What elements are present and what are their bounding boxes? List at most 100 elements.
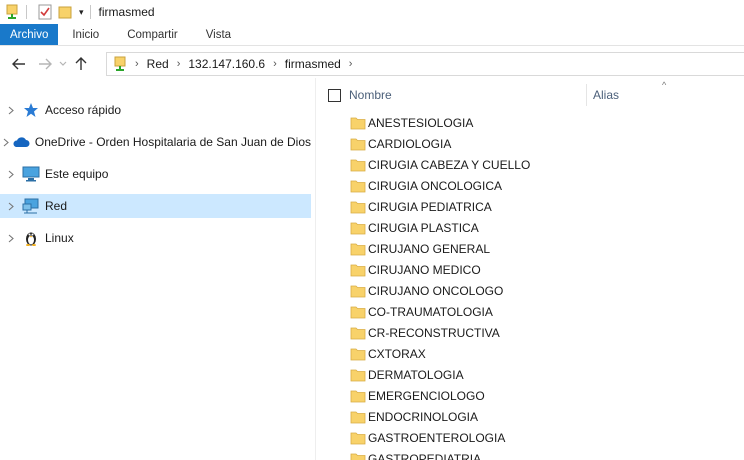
ribbon-tabs: Archivo Inicio Compartir Vista <box>0 24 744 46</box>
folder-icon <box>350 347 366 361</box>
list-item[interactable]: DERMATOLOGIA <box>318 365 744 386</box>
list-item[interactable]: ENDOCRINOLOGIA <box>318 407 744 428</box>
toolbar-separator <box>26 5 27 19</box>
nav-item-label: OneDrive - Orden Hospitalaria de San Jua… <box>34 135 311 149</box>
expand-chevron-icon[interactable] <box>0 138 12 147</box>
nav-item-este-equipo[interactable]: Este equipo <box>0 162 311 186</box>
folder-icon <box>350 452 366 460</box>
folder-icon <box>350 410 366 424</box>
list-item[interactable]: CIRUJANO ONCOLOGO <box>318 281 744 302</box>
nav-item-acceso-rapido[interactable]: Acceso rápido <box>0 98 311 122</box>
folder-name: CARDIOLOGIA <box>368 137 452 151</box>
list-item[interactable]: CIRUJANO MEDICO <box>318 260 744 281</box>
expand-chevron-icon[interactable] <box>0 234 22 243</box>
column-header: ^ Nombre Alias <box>318 80 744 110</box>
breadcrumb-red[interactable]: Red <box>147 57 169 71</box>
column-header-nombre[interactable]: Nombre <box>349 88 392 102</box>
folder-icon <box>350 116 366 130</box>
list-item[interactable]: CIRUGIA PLASTICA <box>318 218 744 239</box>
tab-compartir[interactable]: Compartir <box>113 24 191 45</box>
breadcrumb-ip[interactable]: 132.147.160.6 <box>188 57 265 71</box>
breadcrumb-firmasmed[interactable]: firmasmed <box>285 57 341 71</box>
breadcrumb-chevron-icon[interactable]: › <box>177 58 181 70</box>
properties-checkmark-icon[interactable] <box>37 4 53 20</box>
network-drive-icon[interactable] <box>4 4 20 20</box>
nav-item-label: Red <box>45 199 68 213</box>
list-item[interactable]: CO-TRAUMATOLOGIA <box>318 302 744 323</box>
folder-name: CO-TRAUMATOLOGIA <box>368 305 493 319</box>
forward-arrow-icon[interactable] <box>34 53 56 75</box>
nav-item-onedrive[interactable]: OneDrive - Orden Hospitalaria de San Jua… <box>0 130 311 154</box>
folder-name: CIRUGIA CABEZA Y CUELLO <box>368 158 531 172</box>
folder-name: CIRUGIA ONCOLOGICA <box>368 179 503 193</box>
list-item[interactable]: GASTROPEDIATRIA <box>318 449 744 460</box>
expand-chevron-icon[interactable] <box>0 106 22 115</box>
folder-name: ENDOCRINOLOGIA <box>368 410 479 424</box>
folder-icon <box>350 389 366 403</box>
list-item[interactable]: CXTORAX <box>318 344 744 365</box>
folder-name: GASTROENTEROLOGIA <box>368 431 506 445</box>
cloud-icon <box>12 133 30 151</box>
list-item[interactable]: CIRUGIA ONCOLOGICA <box>318 176 744 197</box>
title-bar: ▾ firmasmed <box>0 0 744 24</box>
folder-name: CIRUJANO ONCOLOGO <box>368 284 504 298</box>
folder-icon <box>350 263 366 277</box>
sort-ascending-icon: ^ <box>662 80 667 90</box>
window-title: firmasmed <box>98 5 155 19</box>
nav-item-label: Linux <box>45 231 74 245</box>
folder-name: DERMATOLOGIA <box>368 368 464 382</box>
folder-icon <box>350 368 366 382</box>
folder-icon <box>350 242 366 256</box>
folder-icon <box>350 137 366 151</box>
list-item[interactable]: CIRUGIA CABEZA Y CUELLO <box>318 155 744 176</box>
list-item[interactable]: CARDIOLOGIA <box>318 134 744 155</box>
tab-archivo[interactable]: Archivo <box>0 24 59 45</box>
folder-icon <box>350 305 366 319</box>
tab-vista[interactable]: Vista <box>192 24 245 45</box>
breadcrumb-chevron-icon[interactable]: › <box>135 58 139 70</box>
folder-icon <box>350 326 366 340</box>
select-all-checkbox[interactable] <box>328 89 341 102</box>
folder-icon <box>350 284 366 298</box>
navigation-bar: › Red › 132.147.160.6 › firmasmed › <box>0 50 744 78</box>
network-location-icon <box>113 56 127 72</box>
star-icon <box>22 101 40 119</box>
recent-locations-chevron-icon[interactable] <box>56 53 70 75</box>
folder-name: CIRUGIA PLASTICA <box>368 221 479 235</box>
list-item[interactable]: EMERGENCIOLOGO <box>318 386 744 407</box>
customize-dropdown-icon[interactable]: ▾ <box>79 7 84 18</box>
list-item[interactable]: GASTROENTEROLOGIA <box>318 428 744 449</box>
title-separator <box>89 5 91 19</box>
expand-chevron-icon[interactable] <box>0 202 22 211</box>
list-item[interactable]: CIRUJANO GENERAL <box>318 239 744 260</box>
address-bar[interactable]: › Red › 132.147.160.6 › firmasmed › <box>106 52 744 76</box>
breadcrumb-chevron-icon[interactable]: › <box>273 58 277 70</box>
nav-item-linux[interactable]: Linux <box>0 226 311 250</box>
nav-item-label: Este equipo <box>45 167 109 181</box>
folder-name: ANESTESIOLOGIA <box>368 116 474 130</box>
breadcrumb-chevron-icon[interactable]: › <box>349 58 353 70</box>
new-folder-icon[interactable] <box>57 4 73 20</box>
nav-item-red[interactable]: Red <box>0 194 311 218</box>
navigation-pane: Acceso rápido OneDrive - Orden Hospitala… <box>0 96 313 460</box>
folder-icon <box>350 179 366 193</box>
tab-inicio[interactable]: Inicio <box>58 24 113 45</box>
linux-penguin-icon <box>22 229 40 247</box>
folder-name: GASTROPEDIATRIA <box>368 452 482 460</box>
column-header-alias[interactable]: Alias <box>593 88 619 102</box>
list-item[interactable]: CIRUGIA PEDIATRICA <box>318 197 744 218</box>
back-arrow-icon[interactable] <box>8 53 30 75</box>
folder-icon <box>350 431 366 445</box>
nav-item-label: Acceso rápido <box>45 103 122 117</box>
folder-name: EMERGENCIOLOGO <box>368 389 485 403</box>
network-icon <box>22 197 40 215</box>
up-arrow-icon[interactable] <box>70 53 92 75</box>
pane-divider[interactable] <box>315 78 316 460</box>
folder-name: CR-RECONSTRUCTIVA <box>368 326 500 340</box>
column-resize-handle[interactable] <box>586 84 587 106</box>
list-item[interactable]: ANESTESIOLOGIA <box>318 113 744 134</box>
list-item[interactable]: CR-RECONSTRUCTIVA <box>318 323 744 344</box>
file-list: ANESTESIOLOGIA CARDIOLOGIA CIRUGIA CABEZA … <box>318 113 744 460</box>
expand-chevron-icon[interactable] <box>0 170 22 179</box>
folder-icon <box>350 158 366 172</box>
